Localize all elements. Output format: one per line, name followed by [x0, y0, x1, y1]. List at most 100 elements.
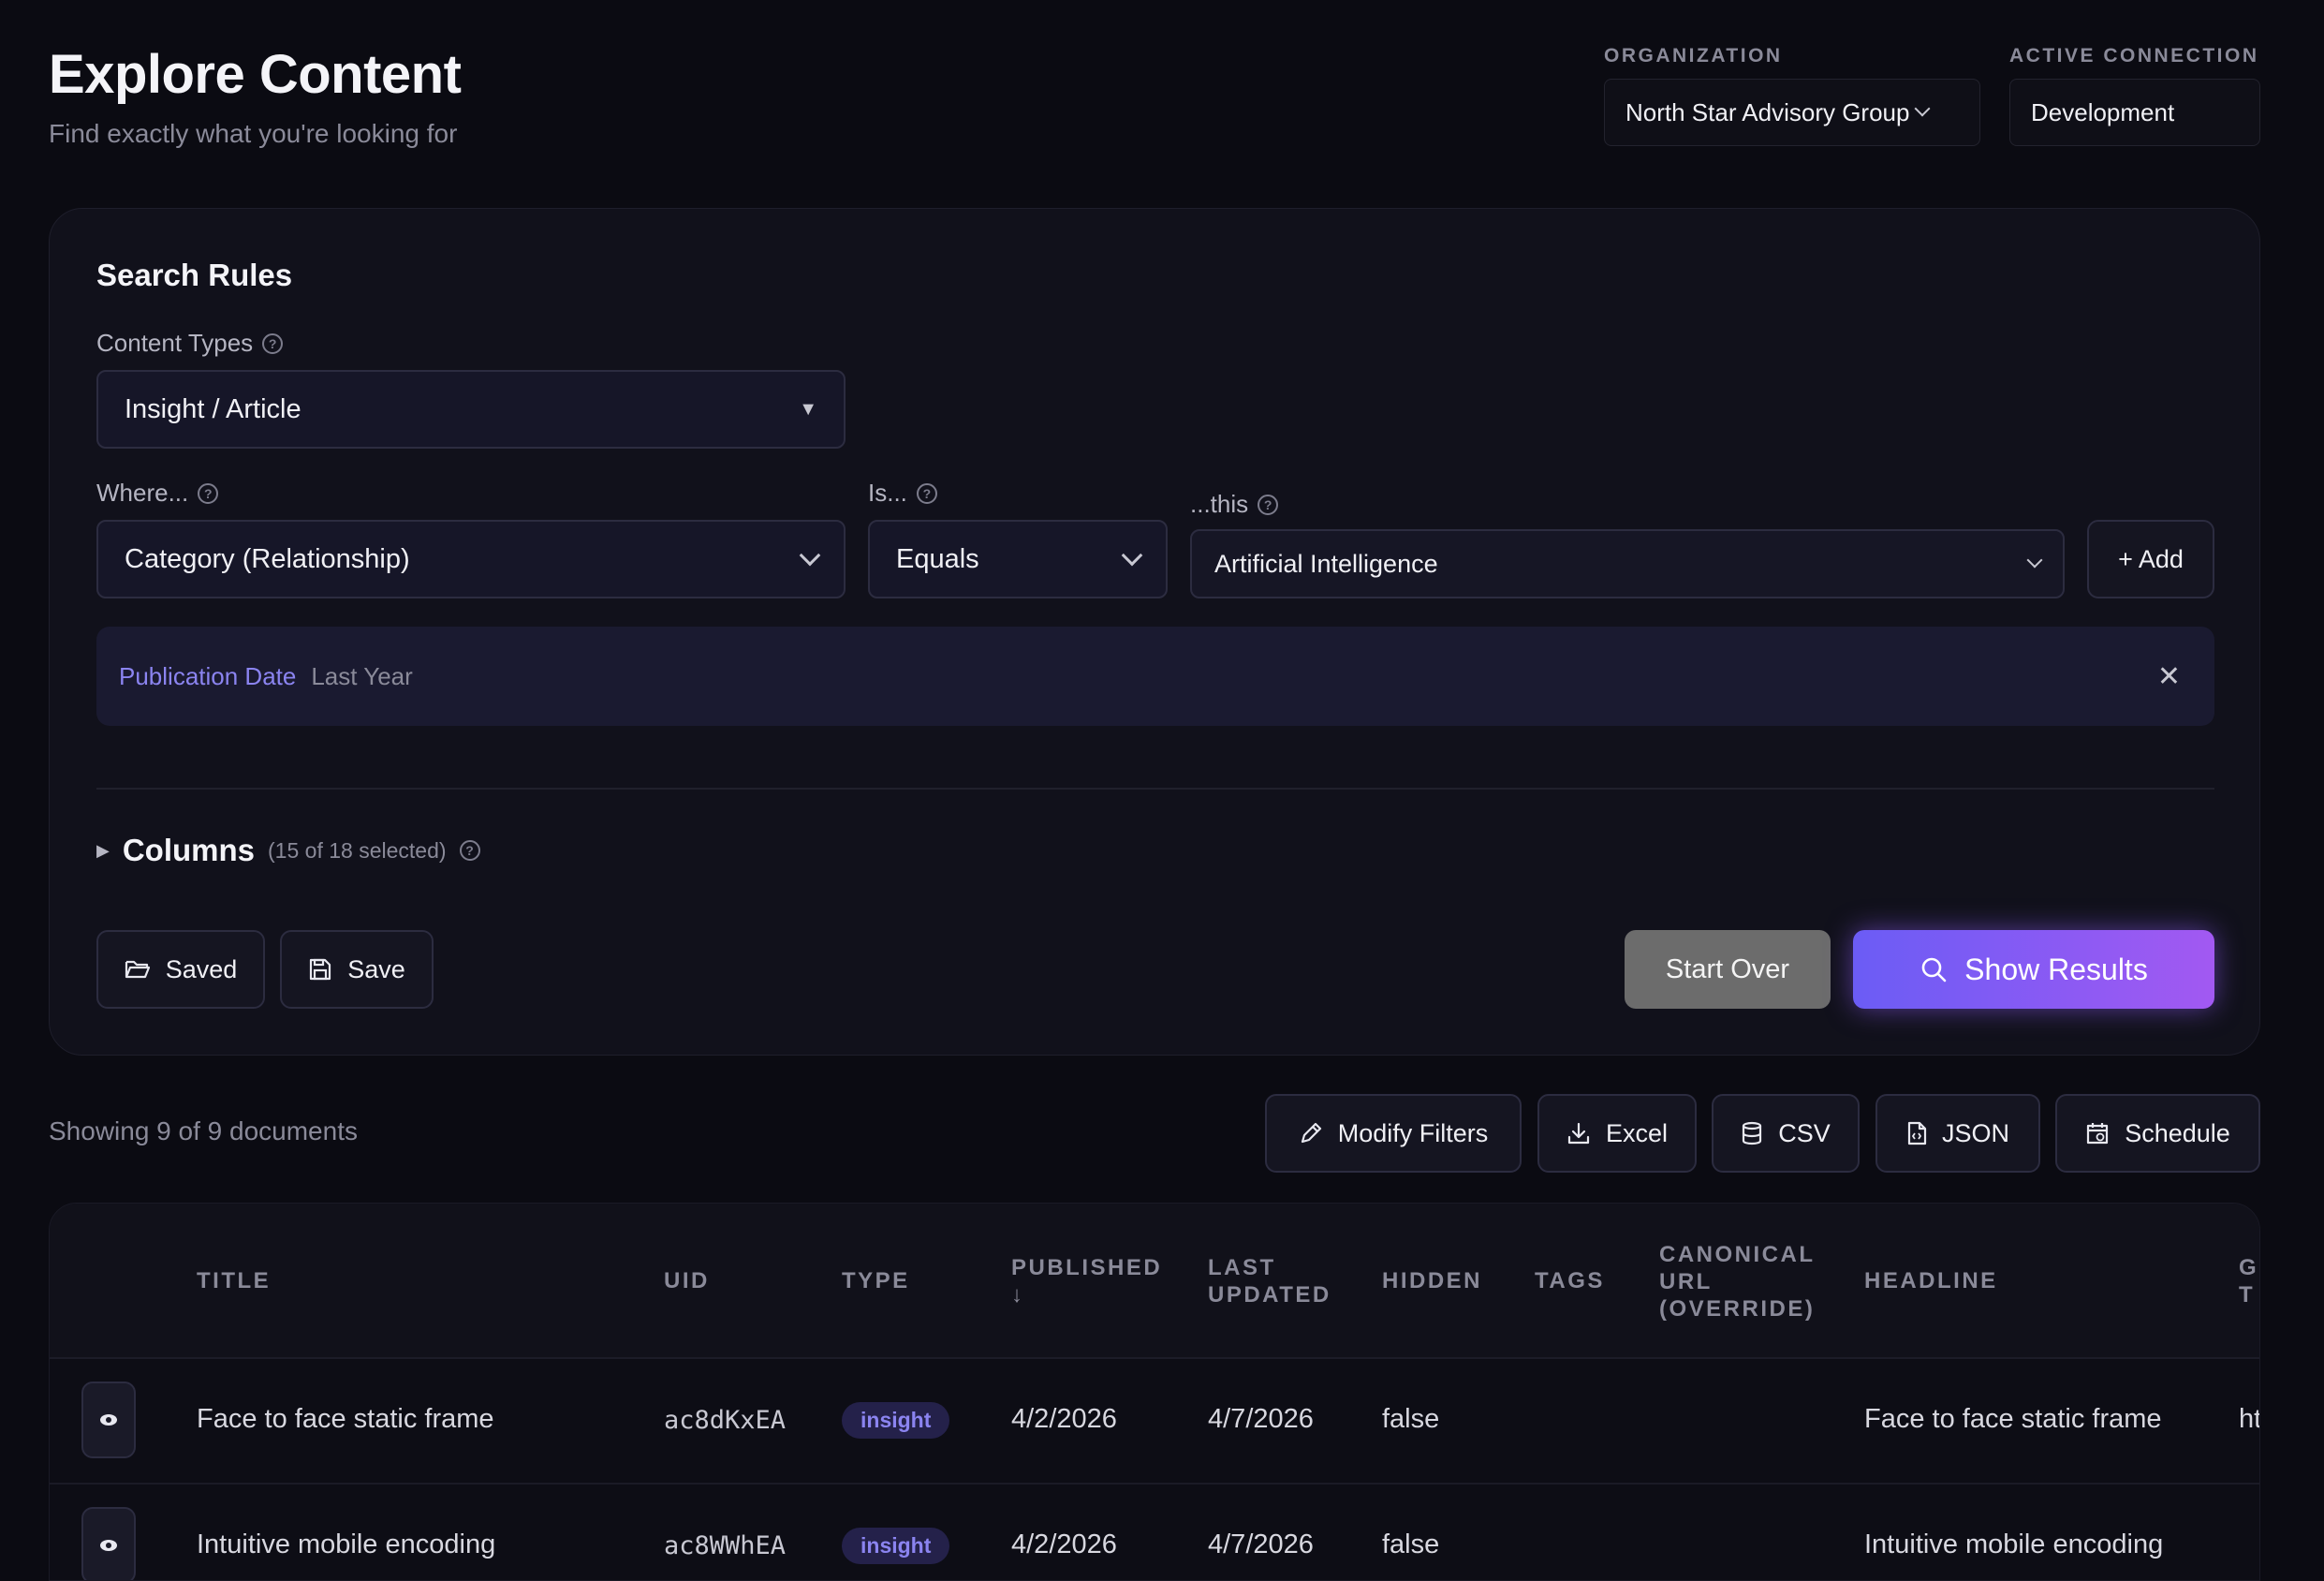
floppy-disk-icon	[310, 958, 331, 981]
sort-arrow-icon: ↓	[1011, 1282, 1025, 1308]
schedule-button[interactable]: Schedule	[2055, 1094, 2260, 1173]
export-csv-label: CSV	[1778, 1118, 1831, 1147]
column-header-headline[interactable]: HEADLINE	[1864, 1267, 1998, 1294]
connection-selector-group: ACTIVE CONNECTION Development	[2009, 45, 2260, 146]
column-header-tags[interactable]: TAGS	[1535, 1267, 1605, 1294]
folder-open-icon	[125, 960, 150, 979]
caret-down-icon: ▼	[799, 398, 817, 420]
page-title: Explore Content	[49, 44, 462, 105]
calendar-clock-icon	[2087, 1123, 2109, 1145]
cell-partial: ht	[2239, 1404, 2260, 1434]
column-header-type[interactable]: TYPE	[842, 1267, 910, 1294]
show-results-label: Show Results	[1964, 952, 2148, 986]
filter-chip-value: Last Year	[311, 661, 413, 690]
operator-select[interactable]: Equals	[868, 520, 1168, 598]
page-subtitle: Find exactly what you're looking for	[49, 119, 458, 148]
column-header-published[interactable]: PUBLISHED ↓	[1011, 1254, 1162, 1308]
organization-select[interactable]: North Star Advisory Group	[1604, 79, 1980, 146]
modify-filters-label: Modify Filters	[1337, 1118, 1489, 1147]
column-header-published-text: PUBLISHED	[1011, 1255, 1163, 1280]
type-badge: insight	[842, 1528, 950, 1564]
content-types-value: Insight / Article	[125, 393, 302, 424]
cell-hidden: false	[1382, 1404, 1440, 1434]
eye-icon	[100, 1414, 117, 1426]
where-label-text: Where...	[96, 479, 189, 507]
saved-label: Saved	[165, 954, 238, 983]
connection-value: Development	[2031, 97, 2175, 126]
cell-headline: Face to face static frame	[1864, 1404, 2162, 1434]
cell-last-updated: 4/7/2026	[1208, 1529, 1314, 1559]
view-button[interactable]	[81, 1507, 136, 1580]
column-header-canonical-line3: (OVERRIDE)	[1659, 1296, 1816, 1322]
connection-select[interactable]: Development	[2009, 79, 2260, 146]
where-field-value: Category (Relationship)	[125, 543, 410, 574]
where-label: Where... ?	[96, 479, 219, 508]
page-header: Explore Content Find exactly what you're…	[49, 43, 462, 149]
chevron-down-icon	[1121, 544, 1143, 567]
saved-button[interactable]: Saved	[96, 930, 265, 1009]
eye-icon	[100, 1540, 117, 1551]
column-header-last-updated[interactable]: LAST UPDATED	[1208, 1254, 1331, 1308]
help-icon[interactable]: ?	[459, 840, 480, 861]
column-header-title[interactable]: TITLE	[197, 1267, 271, 1294]
help-icon[interactable]: ?	[916, 482, 937, 504]
add-rule-label: + Add	[2118, 544, 2184, 573]
organization-label: ORGANIZATION	[1604, 45, 1783, 66]
save-label: Save	[347, 954, 405, 983]
column-header-partial[interactable]: G T	[2239, 1254, 2258, 1308]
table-row[interactable]: Intuitive mobile encoding ac8WWhEA insig…	[50, 1485, 2259, 1580]
export-csv-button[interactable]: CSV	[1712, 1094, 1860, 1173]
search-rules-panel: Search Rules Content Types ? Insight / A…	[49, 208, 2260, 1056]
save-button[interactable]: Save	[280, 930, 434, 1009]
schedule-label: Schedule	[2125, 1118, 2230, 1147]
export-excel-button[interactable]: Excel	[1537, 1094, 1697, 1173]
cell-uid: ac8WWhEA	[664, 1531, 787, 1560]
search-icon	[1921, 957, 1947, 983]
cell-last-updated: 4/7/2026	[1208, 1404, 1314, 1434]
results-table: TITLE UID TYPE PUBLISHED ↓ LAST UPDATED …	[49, 1203, 2260, 1581]
column-header-canonical-line1: CANONICAL	[1659, 1242, 1816, 1267]
columns-title: Columns	[122, 833, 256, 867]
show-results-button[interactable]: Show Results	[1853, 930, 2214, 1009]
this-label: ...this ?	[1190, 490, 1279, 519]
column-header-partial-line2: T	[2239, 1282, 2256, 1308]
value-select-value: Artificial Intelligence	[1214, 549, 1438, 578]
add-rule-button[interactable]: + Add	[2087, 520, 2214, 598]
caret-right-icon: ▶	[96, 840, 110, 860]
view-button[interactable]	[81, 1382, 136, 1458]
columns-count: (15 of 18 selected)	[268, 837, 447, 863]
table-row[interactable]: Face to face static frame ac8dKxEA insig…	[50, 1359, 2259, 1485]
organization-value: North Star Advisory Group	[1625, 97, 1910, 126]
chevron-down-icon	[2026, 552, 2043, 569]
close-icon[interactable]: ✕	[2157, 660, 2181, 693]
filter-chip-field: Publication Date	[119, 661, 297, 690]
chevron-down-icon	[799, 544, 821, 567]
export-json-label: JSON	[1941, 1118, 2009, 1147]
content-types-select[interactable]: Insight / Article ▼	[96, 370, 846, 449]
export-json-button[interactable]: JSON	[1875, 1094, 2040, 1173]
cell-title: Face to face static frame	[197, 1404, 494, 1434]
value-select[interactable]: Artificial Intelligence	[1190, 529, 2065, 598]
help-icon[interactable]: ?	[1258, 494, 1279, 515]
chevron-down-icon	[1914, 100, 1931, 117]
content-types-label: Content Types ?	[96, 329, 284, 358]
column-header-uid[interactable]: UID	[664, 1267, 710, 1294]
connection-label: ACTIVE CONNECTION	[2009, 45, 2259, 66]
file-code-icon	[1907, 1121, 1927, 1145]
search-rules-title: Search Rules	[96, 258, 293, 292]
operator-value: Equals	[896, 543, 979, 574]
help-icon[interactable]: ?	[262, 332, 284, 354]
help-icon[interactable]: ?	[198, 482, 219, 504]
is-label: Is... ?	[868, 479, 937, 508]
where-field-select[interactable]: Category (Relationship)	[96, 520, 846, 598]
database-icon	[1743, 1121, 1762, 1145]
column-header-canonical-url[interactable]: CANONICAL URL (OVERRIDE)	[1659, 1241, 1816, 1322]
start-over-button[interactable]: Start Over	[1625, 930, 1831, 1009]
column-header-canonical-line2: URL	[1659, 1269, 1713, 1294]
type-badge: insight	[842, 1402, 950, 1439]
columns-toggle[interactable]: ▶ Columns (15 of 18 selected) ?	[96, 833, 480, 868]
column-header-hidden[interactable]: HIDDEN	[1382, 1267, 1482, 1294]
content-types-label-text: Content Types	[96, 329, 254, 357]
table-header: TITLE UID TYPE PUBLISHED ↓ LAST UPDATED …	[50, 1204, 2259, 1359]
modify-filters-button[interactable]: Modify Filters	[1265, 1094, 1522, 1173]
